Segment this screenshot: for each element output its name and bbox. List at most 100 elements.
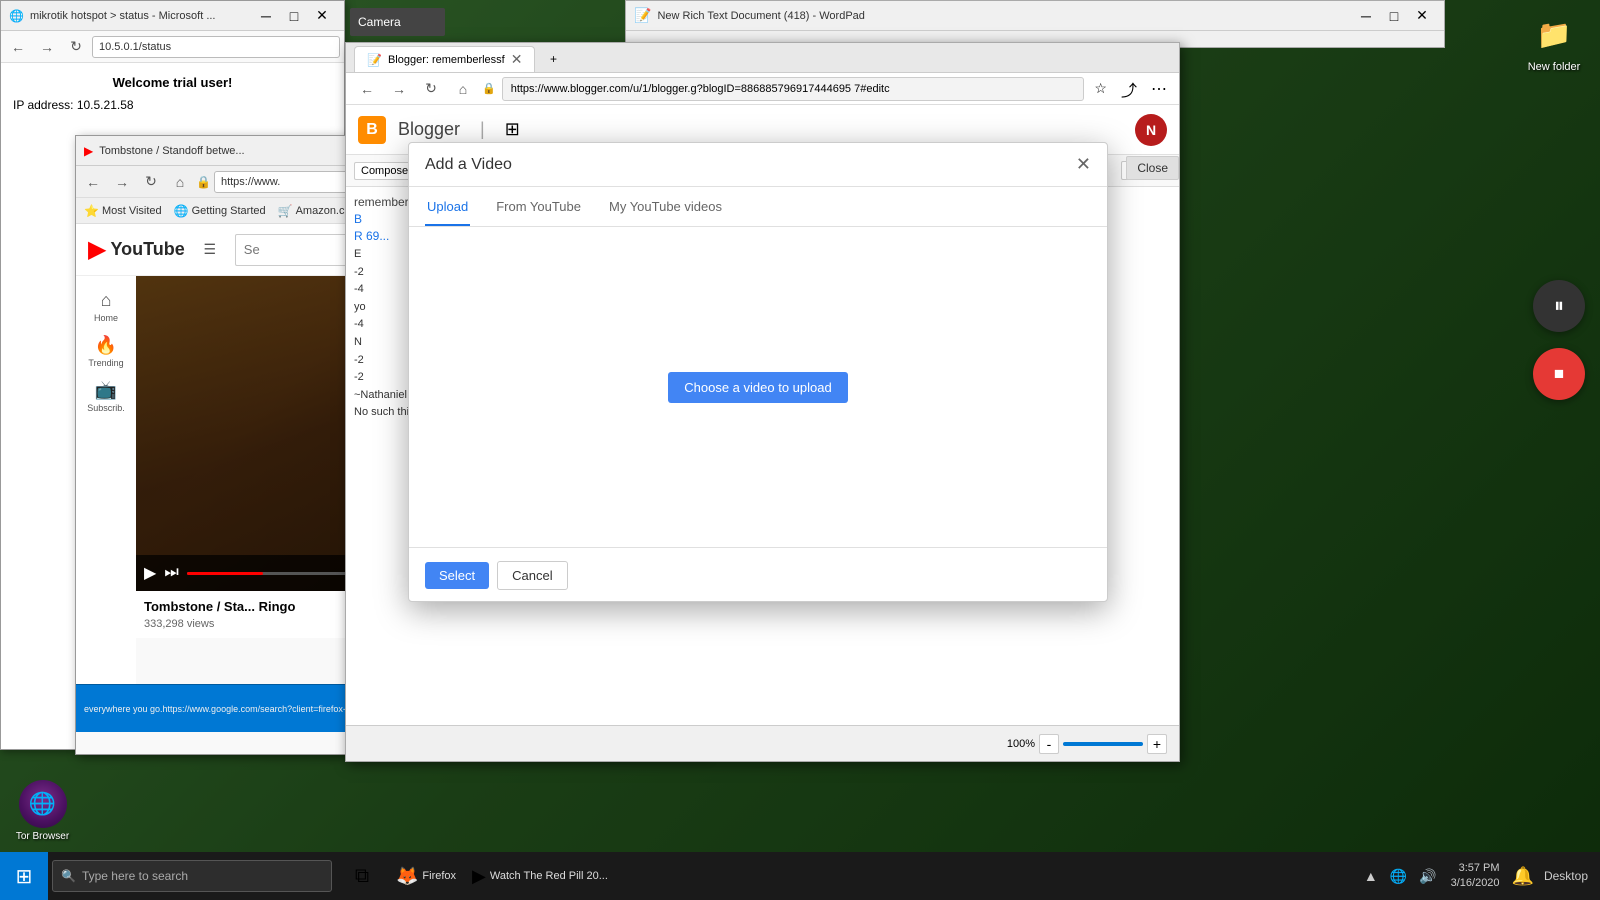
modal-cancel-button[interactable]: Cancel bbox=[497, 561, 567, 590]
blogger-tab-close[interactable]: ✕ bbox=[511, 51, 523, 68]
bookmark-most-visited[interactable]: ⭐ Most Visited bbox=[84, 204, 162, 218]
modal-tab-my-youtube[interactable]: My YouTube videos bbox=[607, 188, 724, 226]
blogger-forward-button[interactable]: → bbox=[386, 76, 412, 102]
wordpad-close-button[interactable]: ✕ bbox=[1408, 2, 1436, 30]
camera-label: Camera bbox=[358, 15, 401, 29]
windows-logo-icon: ⊞ bbox=[16, 864, 33, 889]
desktop-icon-new-folder[interactable]: 📁 New folder bbox=[1518, 10, 1590, 73]
blogger-tab-favicon: 📝 bbox=[367, 53, 382, 67]
yt-sidebar-home[interactable]: ⌂ Home bbox=[76, 284, 136, 329]
modal-select-button[interactable]: Select bbox=[425, 562, 489, 589]
bookmark-getting-started[interactable]: 🌐 Getting Started bbox=[174, 204, 266, 218]
camera-popup: Camera bbox=[350, 8, 445, 36]
blogger-brand: Blogger bbox=[398, 119, 460, 140]
yt-home-button[interactable]: ⌂ bbox=[167, 169, 193, 195]
tor-label: Tor Browser bbox=[16, 831, 69, 842]
modal-footer: Select Cancel bbox=[409, 547, 1107, 603]
tor-browser-icon[interactable]: 🌐 Tor Browser bbox=[5, 780, 80, 842]
blogger-close-button[interactable]: Close bbox=[1126, 156, 1179, 180]
most-visited-label: Most Visited bbox=[102, 205, 162, 217]
stop-icon: ⏹ bbox=[1554, 363, 1564, 386]
grid-icon: ⊞ bbox=[505, 119, 520, 140]
trending-icon: 🔥 bbox=[95, 335, 117, 356]
new-folder-icon: 📁 bbox=[1530, 10, 1578, 58]
modal-close-icon[interactable]: ✕ bbox=[1076, 154, 1091, 175]
pause-recording-button[interactable]: ⏸ bbox=[1533, 280, 1585, 332]
network-icon[interactable]: 🌐 bbox=[1386, 866, 1411, 887]
stop-recording-button[interactable]: ⏹ bbox=[1533, 348, 1585, 400]
system-tray: ▲ 🌐 🔊 3:57 PM 3/16/2020 🔔 Desktop bbox=[1352, 861, 1600, 892]
mikrotik-address-bar[interactable] bbox=[92, 36, 340, 58]
watch-taskbar-label: Watch The Red Pill 20... bbox=[490, 870, 608, 882]
blogger-reload-button[interactable]: ↻ bbox=[418, 76, 444, 102]
mikrotik-ip-label: IP address: bbox=[13, 98, 73, 112]
yt-skip-button[interactable]: ⏭ bbox=[164, 564, 178, 582]
mikrotik-back-button[interactable]: ← bbox=[5, 34, 31, 60]
firefox-taskbar-icon: 🦊 bbox=[396, 866, 418, 887]
home-icon: ⌂ bbox=[101, 290, 112, 311]
taskbar-app-firefox[interactable]: 🦊 Firefox bbox=[388, 854, 464, 898]
blogger-status-bar: 100% - + bbox=[346, 725, 1179, 761]
blogger-home-button[interactable]: ⌂ bbox=[450, 76, 476, 102]
modal-tab-upload[interactable]: Upload bbox=[425, 188, 470, 226]
blogger-address-input[interactable] bbox=[502, 77, 1085, 101]
yt-hamburger-icon[interactable]: ☰ bbox=[197, 237, 223, 263]
zoom-plus-button[interactable]: + bbox=[1147, 734, 1167, 754]
wordpad-maximize-button[interactable]: □ bbox=[1380, 2, 1408, 30]
new-tab-button[interactable]: + bbox=[539, 46, 567, 72]
amazon-icon: 🛒 bbox=[278, 204, 293, 218]
mikrotik-forward-button[interactable]: → bbox=[34, 34, 60, 60]
tray-icons-expand[interactable]: ▲ bbox=[1360, 866, 1382, 886]
mikrotik-minimize-button[interactable]: ─ bbox=[252, 2, 280, 30]
wordpad-controls: ─ □ ✕ bbox=[1352, 2, 1436, 30]
taskbar-app-watch[interactable]: ▶ Watch The Red Pill 20... bbox=[464, 854, 616, 898]
mikrotik-titlebar: 🌐 mikrotik hotspot > status - Microsoft … bbox=[1, 1, 344, 31]
blogger-bookmark-icon[interactable]: ☆ bbox=[1090, 80, 1111, 97]
mikrotik-window-controls: ─ □ ✕ bbox=[252, 2, 336, 30]
wordpad-minimize-button[interactable]: ─ bbox=[1352, 2, 1380, 30]
yt-back-button[interactable]: ← bbox=[80, 169, 106, 195]
task-view-button[interactable]: ⧉ bbox=[340, 854, 384, 898]
yt-forward-button[interactable]: → bbox=[109, 169, 135, 195]
blogger-logo[interactable]: B bbox=[358, 116, 386, 144]
blogger-tab-bar: 📝 Blogger: rememberlessf ✕ + bbox=[346, 43, 1179, 73]
volume-icon[interactable]: 🔊 bbox=[1415, 866, 1440, 887]
watch-taskbar-icon: ▶ bbox=[472, 866, 486, 887]
mikrotik-close-button[interactable]: ✕ bbox=[308, 2, 336, 30]
mikrotik-favicon: 🌐 bbox=[9, 9, 24, 23]
choose-video-button[interactable]: Choose a video to upload bbox=[668, 372, 847, 403]
taskbar-search-box[interactable]: 🔍 Type here to search bbox=[52, 860, 332, 892]
bookmark-amazon[interactable]: 🛒 Amazon.c... bbox=[278, 204, 354, 218]
mikrotik-maximize-button[interactable]: □ bbox=[280, 2, 308, 30]
blogger-tab[interactable]: 📝 Blogger: rememberlessf ✕ bbox=[354, 46, 535, 72]
modal-tab-from-youtube[interactable]: From YouTube bbox=[494, 188, 583, 226]
taskbar-search-text: Type here to search bbox=[82, 869, 188, 883]
desktop: 📁 New folder 🛡 AVG 💬 Skype 🖥 Desktop Sho… bbox=[0, 0, 1600, 900]
zoom-minus-button[interactable]: - bbox=[1039, 734, 1059, 754]
notification-button[interactable]: 🔔 bbox=[1510, 864, 1536, 889]
mikrotik-reload-button[interactable]: ↻ bbox=[63, 34, 89, 60]
zoom-slider[interactable] bbox=[1063, 742, 1143, 746]
wordpad-icon: 📝 bbox=[634, 7, 651, 24]
getting-started-icon: 🌐 bbox=[174, 204, 189, 218]
blogger-menu-icon[interactable]: ⋯ bbox=[1147, 79, 1171, 99]
yt-play-button[interactable]: ▶ bbox=[144, 563, 156, 583]
youtube-brand: YouTube bbox=[110, 239, 184, 260]
compose-button[interactable]: Compose bbox=[354, 162, 415, 180]
show-desktop-button[interactable]: Desktop bbox=[1540, 867, 1592, 885]
blogger-back-button[interactable]: ← bbox=[354, 76, 380, 102]
new-folder-label: New folder bbox=[1528, 61, 1581, 73]
blogger-share-icon[interactable]: ⤴ bbox=[1117, 77, 1141, 101]
blogger-user-avatar[interactable]: N bbox=[1135, 114, 1167, 146]
taskbar-middle: ⧉ bbox=[340, 854, 384, 898]
yt-sidebar-trending[interactable]: 🔥 Trending bbox=[76, 329, 136, 374]
youtube-logo[interactable]: ▶ YouTube bbox=[88, 235, 185, 264]
blogger-app-grid-icon[interactable]: ⊞ bbox=[505, 119, 520, 140]
mikrotik-content: Welcome trial user! IP address: 10.5.21.… bbox=[1, 63, 344, 128]
yt-reload-button[interactable]: ↻ bbox=[138, 169, 164, 195]
yt-sidebar-subs[interactable]: 📺 Subscrib. bbox=[76, 374, 136, 419]
tray-clock[interactable]: 3:57 PM 3/16/2020 bbox=[1445, 861, 1506, 892]
start-button[interactable]: ⊞ bbox=[0, 852, 48, 900]
getting-started-label: Getting Started bbox=[192, 205, 266, 217]
mikrotik-title: mikrotik hotspot > status - Microsoft ..… bbox=[30, 10, 246, 22]
